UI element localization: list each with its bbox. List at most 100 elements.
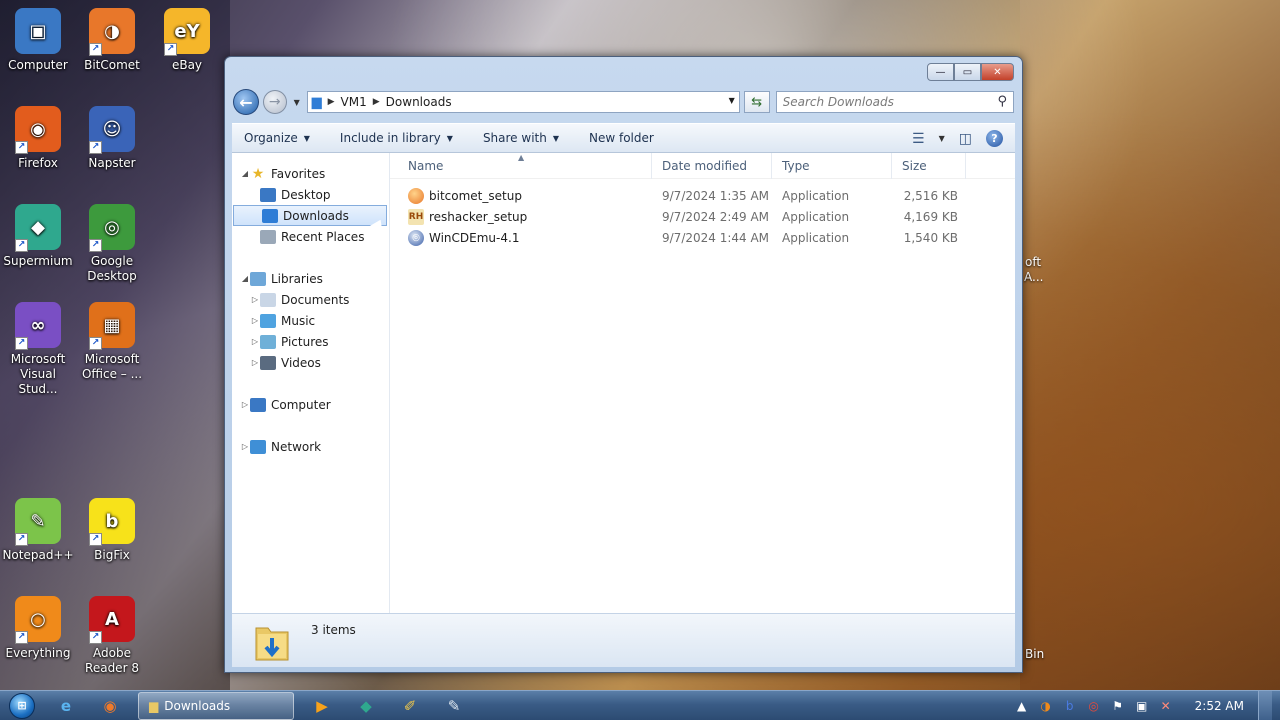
expand-triangle-icon[interactable]: ▷ [250, 295, 260, 304]
shortcut-arrow-icon: ↗ [89, 43, 102, 56]
expand-triangle-icon[interactable]: ▷ [250, 358, 260, 367]
file-name: bitcomet_setup [429, 188, 522, 203]
clock[interactable]: 2:52 AM [1195, 699, 1244, 713]
network-tray-icon[interactable]: ▣ [1133, 697, 1151, 715]
chevron-right-icon[interactable]: ▶ [373, 97, 380, 107]
column-header-size[interactable]: Size [892, 152, 966, 179]
help-icon[interactable]: ? [986, 130, 1003, 147]
desktop-icon[interactable]: b ↗ BigFix [74, 498, 150, 563]
column-header-date[interactable]: Date modified [652, 152, 772, 179]
desktop-icon-label: BigFix [94, 548, 130, 562]
file-type: Application [782, 230, 850, 245]
desktop-icon[interactable]: ◎ ↗ Google Desktop [74, 204, 150, 284]
command-include-in-library[interactable]: Include in library ▼ [340, 131, 453, 145]
change-view-icon[interactable]: ☰ [912, 131, 925, 147]
app-icon: eY ↗ [164, 8, 210, 56]
maximize-button[interactable]: ▭ [954, 63, 981, 81]
search-icon[interactable]: ⚲ [997, 94, 1007, 109]
desktop-icon[interactable]: ▣ Computer [0, 8, 76, 73]
desktop-icon[interactable]: ○ ↗ Everything [0, 596, 76, 661]
taskbar-notepad[interactable]: ✎ [432, 692, 476, 720]
desktop-icon[interactable]: ◑ ↗ BitComet [74, 8, 150, 73]
taskbar: ⊞ e ◉ ▆ Downloads ▶ ◆ ✐ ✎ ▲ ◑ b ◎ ⚑ ▣ ✕ … [0, 690, 1280, 720]
tree-computer[interactable]: ▷ Computer [232, 394, 389, 415]
chevron-right-icon[interactable]: ▶ [328, 97, 335, 107]
breadcrumb-vm1[interactable]: VM1 [341, 95, 367, 109]
expand-triangle-icon[interactable]: ▷ [250, 316, 260, 325]
table-row[interactable]: ◎ WinCDEmu-4.1 9/7/2024 1:44 AM Application… [390, 227, 966, 248]
address-dropdown-icon[interactable]: ▼ [729, 96, 735, 105]
desktop-icon-label: Napster [88, 156, 136, 170]
tree-libraries[interactable]: ◢ Libraries [232, 268, 389, 289]
partial-icon-label: A... [1024, 270, 1044, 284]
sidebar-item-videos[interactable]: ▷ Videos [232, 352, 389, 373]
recent-pages-dropdown[interactable]: ▼ [291, 98, 303, 107]
view-dropdown-icon[interactable]: ▼ [939, 134, 945, 143]
tree-label: Recent Places [281, 229, 365, 244]
shortcut-arrow-icon: ↗ [15, 141, 28, 154]
sidebar-item-desktop[interactable]: Desktop [232, 184, 389, 205]
tree-label: Videos [281, 355, 321, 370]
breadcrumb-downloads[interactable]: Downloads [386, 95, 452, 109]
tree-favorites[interactable]: ◢ ★ Favorites [232, 163, 389, 184]
collapse-triangle-icon[interactable]: ◢ [240, 169, 250, 178]
app-icon: ◑ ↗ [89, 8, 135, 56]
tree-network[interactable]: ▷ Network [232, 436, 389, 457]
command-label: Include in library [339, 131, 441, 145]
taskbar-firefox[interactable]: ◉ [88, 692, 132, 720]
table-row[interactable]: bitcomet_setup 9/7/2024 1:35 AM Applicatio… [390, 185, 966, 206]
start-button[interactable]: ⊞ [0, 691, 44, 720]
flag-icon[interactable]: ⚑ [1109, 697, 1127, 715]
taskbar-internet-explorer[interactable]: e [44, 692, 88, 720]
desktop-icon[interactable]: eY ↗ eBay [149, 8, 225, 73]
back-button[interactable]: ← [233, 89, 259, 115]
sidebar-item-recent-places[interactable]: Recent Places [232, 226, 389, 247]
bigfix-tray-icon[interactable]: b [1061, 697, 1079, 715]
show-hidden-icons[interactable]: ▲ [1013, 697, 1031, 715]
preview-pane-icon[interactable]: ◫ [959, 131, 972, 147]
computer-icon [250, 397, 266, 412]
command-share-with[interactable]: Share with ▼ [483, 131, 559, 145]
minimize-button[interactable]: — [927, 63, 954, 81]
sidebar-item-pictures[interactable]: ▷ Pictures [232, 331, 389, 352]
sidebar-item-documents[interactable]: ▷ Documents [232, 289, 389, 310]
volume-muted-icon[interactable]: ✕ [1157, 697, 1175, 715]
command-new-folder[interactable]: New folder [589, 131, 654, 145]
table-row[interactable]: RH reshacker_setup 9/7/2024 2:49 AM Applica… [390, 206, 966, 227]
desktop-icon[interactable]: ✎ ↗ Notepad++ [0, 498, 76, 563]
collapse-triangle-icon[interactable]: ◢ [240, 274, 250, 283]
command-organize[interactable]: Organize ▼ [244, 131, 310, 145]
address-bar[interactable]: ▆ ▶ VM1 ▶ Downloads ▼ [306, 91, 740, 113]
desktop-icon[interactable]: ▦ ↗ Microsoft Office – ... [74, 302, 150, 382]
forward-button[interactable]: → [262, 90, 287, 114]
sidebar-item-downloads[interactable]: Downloads [233, 205, 387, 226]
app-icon: A ↗ [89, 596, 135, 644]
refresh-button[interactable]: ⇆ [743, 91, 770, 113]
chrome-tray-icon[interactable]: ◎ [1085, 697, 1103, 715]
desktop-icon-label: Adobe Reader 8 [85, 646, 139, 675]
desktop-icon[interactable]: ☺ ↗ Napster [74, 106, 150, 171]
tree-label: Downloads [283, 208, 349, 223]
close-button[interactable]: ✕ [981, 63, 1014, 81]
column-header-name[interactable]: ▲ Name [390, 152, 652, 179]
desktop-icon[interactable]: ◉ ↗ Firefox [0, 106, 76, 171]
taskbar-app[interactable]: ◆ [344, 692, 388, 720]
expand-triangle-icon[interactable]: ▷ [240, 442, 250, 451]
desktop-icon[interactable]: ◆ ↗ Supermium [0, 204, 76, 269]
expand-triangle-icon[interactable]: ▷ [250, 337, 260, 346]
column-header-type[interactable]: Type [772, 152, 892, 179]
desktop-icon[interactable]: A ↗ Adobe Reader 8 [74, 596, 150, 676]
system-tray: ▲ ◑ b ◎ ⚑ ▣ ✕ 2:52 AM [1013, 691, 1280, 720]
taskbar-paint[interactable]: ✐ [388, 692, 432, 720]
sidebar-item-music[interactable]: ▷ Music [232, 310, 389, 331]
search-input[interactable] [776, 92, 987, 112]
bitcomet-tray-icon[interactable]: ◑ [1037, 697, 1055, 715]
taskbar-explorer-downloads[interactable]: ▆ Downloads [138, 691, 294, 720]
windows-logo-icon: ⊞ [9, 692, 35, 719]
desktop-icon[interactable]: ∞ ↗ Microsoft Visual Stud... [0, 302, 76, 397]
show-desktop-button[interactable] [1258, 691, 1272, 720]
column-label: Date modified [662, 158, 748, 173]
taskbar-media-player[interactable]: ▶ [300, 692, 344, 720]
shortcut-arrow-icon: ↗ [15, 533, 28, 546]
expand-triangle-icon[interactable]: ▷ [240, 400, 250, 409]
